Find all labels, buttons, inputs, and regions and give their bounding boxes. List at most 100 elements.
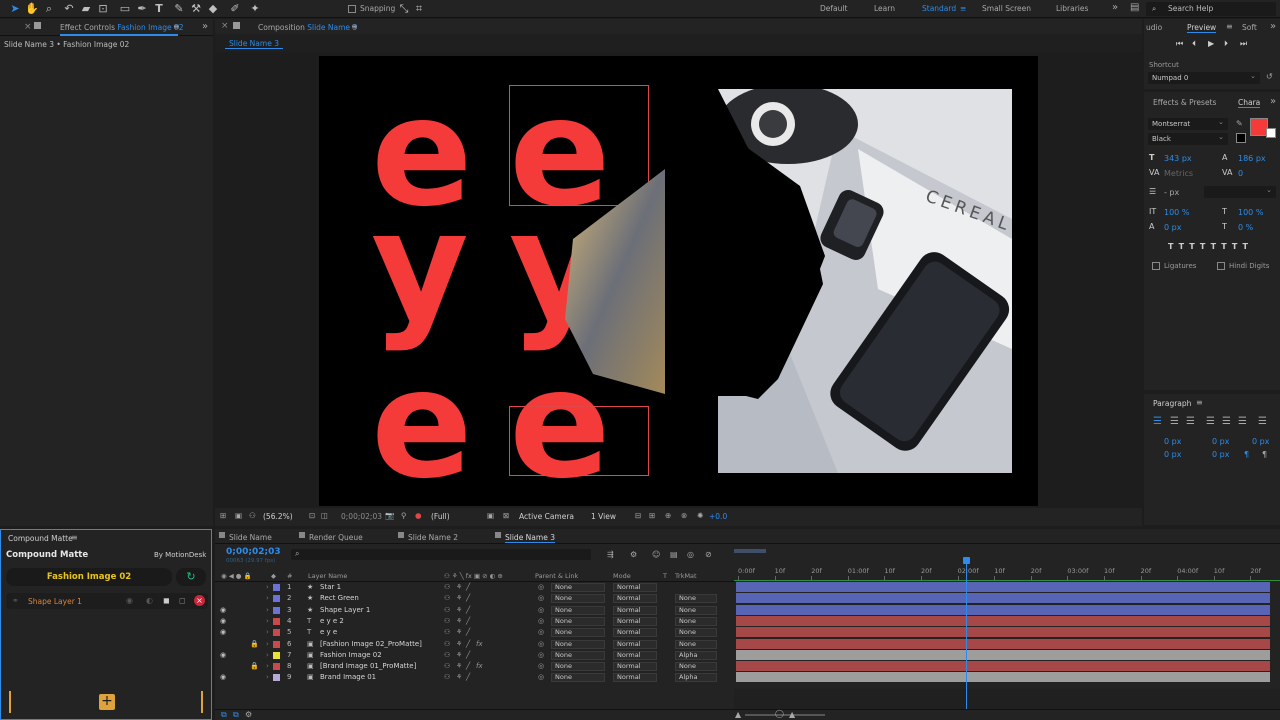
render-time-icon[interactable]: ⚙ — [245, 710, 252, 719]
mode-header[interactable]: Mode — [613, 572, 631, 580]
playhead-handle[interactable] — [963, 557, 970, 564]
align-right-icon[interactable]: ☰ — [1186, 416, 1195, 427]
sync-settings-icon[interactable]: ▤ — [1130, 2, 1139, 13]
frame-blending-icon[interactable]: ▤ — [670, 550, 678, 559]
more-workspaces-icon[interactable]: » — [1112, 2, 1118, 13]
toggle-pixel-icon[interactable]: ⊟ — [635, 511, 641, 520]
toggle-modes-icon[interactable]: ⧉ — [233, 710, 239, 720]
tracking-value[interactable]: 0 — [1238, 169, 1243, 178]
camera-dropdown[interactable]: Active Camera — [519, 512, 574, 521]
pen-tool-icon[interactable]: ✒ — [135, 2, 149, 16]
collapse-switch-icon[interactable]: ⚘ — [456, 672, 462, 683]
zoom-slider-thumb-icon[interactable]: ◯ — [775, 709, 784, 718]
lock-comp-icon[interactable] — [233, 22, 240, 29]
camera-tool-icon[interactable]: ▰ — [79, 2, 93, 16]
puppet-tool-icon[interactable]: ✦ — [248, 2, 262, 16]
collapse-switch-icon[interactable]: ⚘ — [456, 605, 462, 616]
stroke-width-value[interactable]: - px — [1164, 188, 1179, 197]
justify-right-icon[interactable]: ☰ — [1238, 416, 1247, 427]
parent-dropdown[interactable]: None — [551, 628, 605, 638]
close-comp-icon[interactable]: × — [221, 21, 229, 31]
font-size-value[interactable]: 343 px — [1164, 154, 1192, 163]
shy-switch-icon[interactable]: ⚇ — [444, 582, 450, 593]
motion-blur-icon[interactable]: ◎ — [687, 550, 694, 559]
shy-switch-icon[interactable]: ⚇ — [444, 627, 450, 638]
justify-all-icon[interactable]: ☰ — [1258, 416, 1267, 427]
shy-switch-icon[interactable]: ⚇ — [444, 661, 450, 672]
soft-tab[interactable]: Soft — [1242, 23, 1257, 32]
workspace-menu-icon[interactable]: ≡ — [960, 4, 966, 13]
layer-name[interactable]: Star 1 — [320, 582, 341, 593]
paragraph-menu-icon[interactable]: ≡ — [1196, 398, 1203, 407]
collapse-switch-icon[interactable]: ⚘ — [456, 582, 462, 593]
playhead-line[interactable] — [966, 559, 967, 709]
expand-arrow-icon[interactable]: › — [266, 605, 269, 616]
region-icon[interactable]: ▣ — [235, 511, 242, 520]
pickwhip-icon[interactable]: ◎ — [538, 672, 544, 683]
matte-hide-icon[interactable]: ◻ — [179, 596, 186, 605]
collapse-switch-icon[interactable]: ⚘ — [456, 593, 462, 604]
expand-arrow-icon[interactable]: › — [266, 639, 269, 650]
timeline-tab-3[interactable]: Slide Name 2 — [408, 533, 458, 542]
expand-arrow-icon[interactable]: › — [266, 650, 269, 661]
shy-switch-icon[interactable]: ⚇ — [444, 672, 450, 683]
collapse-switch-icon[interactable]: ⚘ — [456, 616, 462, 627]
layer-duration-bar[interactable] — [736, 582, 1270, 592]
workspace-small-screen[interactable]: Small Screen — [982, 4, 1031, 13]
workspace-default[interactable]: Default — [820, 4, 847, 13]
shy-switch-icon[interactable]: ⚇ — [444, 593, 450, 604]
layer-row[interactable]: 🔒 › 6 ▣ [Fashion Image 02_ProMatte] ⚇ ⚘ ╱ fx ◎ Non… — [215, 638, 1280, 650]
fast-preview-icon[interactable]: ▣ — [487, 511, 494, 520]
text-direction-ltr-icon[interactable]: ¶ — [1244, 450, 1249, 459]
justify-center-icon[interactable]: ☰ — [1222, 416, 1231, 427]
first-frame-icon[interactable]: ⏮ — [1176, 39, 1183, 49]
parent-dropdown[interactable]: None — [551, 673, 605, 683]
kerning-value[interactable]: Metrics — [1164, 169, 1193, 178]
shy-switch-icon[interactable]: ⚇ — [444, 616, 450, 627]
mode-dropdown[interactable]: Normal — [613, 639, 657, 649]
matte-invert-icon[interactable]: ◐ — [146, 596, 153, 605]
ligatures-checkbox[interactable] — [1152, 262, 1160, 270]
quality-switch-icon[interactable]: ╱ — [466, 605, 470, 616]
comp-menu-icon[interactable]: ≡ — [351, 22, 358, 31]
workspace-standard[interactable]: Standard — [922, 4, 956, 13]
pickwhip-icon[interactable]: ◎ — [538, 639, 544, 650]
justify-left-icon[interactable]: ☰ — [1206, 416, 1215, 427]
quality-switch-icon[interactable]: ╱ — [466, 672, 470, 683]
shy-switch-icon[interactable]: ⚇ — [444, 639, 450, 650]
layer-row[interactable]: ◉ › 3 ★ Shape Layer 1 ⚇ ⚘ ╱ ◎ None Normal None — [215, 604, 1280, 616]
trkmat-dropdown[interactable]: None — [675, 662, 717, 672]
label-color-swatch[interactable] — [273, 617, 280, 625]
effects-presets-tab[interactable]: Effects & Presets — [1153, 98, 1216, 107]
graph-editor-icon[interactable]: ⊘ — [705, 550, 712, 559]
mode-dropdown[interactable]: Normal — [613, 673, 657, 683]
shy-layers-icon[interactable]: ☺ — [652, 550, 660, 559]
snap-options-icon[interactable]: ⤡ — [397, 2, 411, 16]
layer-name-header[interactable]: Layer Name — [308, 572, 347, 580]
snapping-checkbox[interactable] — [348, 5, 356, 13]
layer-duration-bar[interactable] — [736, 672, 1270, 683]
layer-row[interactable]: ◉ › 9 ▣ Brand Image 01 ⚇ ⚘ ╱ ◎ None Normal Alpha — [215, 672, 1280, 683]
next-frame-icon[interactable]: ⏵ — [1224, 39, 1228, 49]
hand-tool-icon[interactable]: ✋ — [25, 2, 39, 16]
search-help-input[interactable]: ⌕ Search Help — [1146, 2, 1276, 16]
visibility-eye-icon[interactable]: ◉ — [220, 650, 226, 661]
trkmat-dropdown[interactable]: Alpha — [675, 650, 717, 660]
workspace-learn[interactable]: Learn — [874, 4, 895, 13]
label-color-swatch[interactable] — [273, 663, 280, 671]
indent-right-value[interactable]: 0 px — [1212, 437, 1229, 446]
hindi-digits-checkbox[interactable] — [1217, 262, 1225, 270]
timeline-tab-4[interactable]: Slide Name 3 — [505, 533, 555, 543]
show-snapshot-icon[interactable]: ⚲ — [401, 511, 407, 520]
fx-icon[interactable]: fx — [476, 661, 483, 672]
close-panel-icon[interactable]: × — [24, 22, 32, 32]
rotate-tool-icon[interactable]: ↶ — [62, 2, 76, 16]
layer-name[interactable]: Shape Layer 1 — [320, 605, 370, 616]
collapse-switch-icon[interactable]: ⚘ — [456, 627, 462, 638]
add-layer-area[interactable]: + — [9, 691, 203, 713]
text-direction-rtl-icon[interactable]: ¶ — [1262, 450, 1267, 459]
stroke-style-dropdown[interactable] — [1204, 184, 1276, 198]
prev-frame-icon[interactable]: ⏴ — [1192, 39, 1196, 49]
layer-duration-bar[interactable] — [736, 649, 1270, 660]
align-center-icon[interactable]: ☰ — [1170, 416, 1179, 427]
